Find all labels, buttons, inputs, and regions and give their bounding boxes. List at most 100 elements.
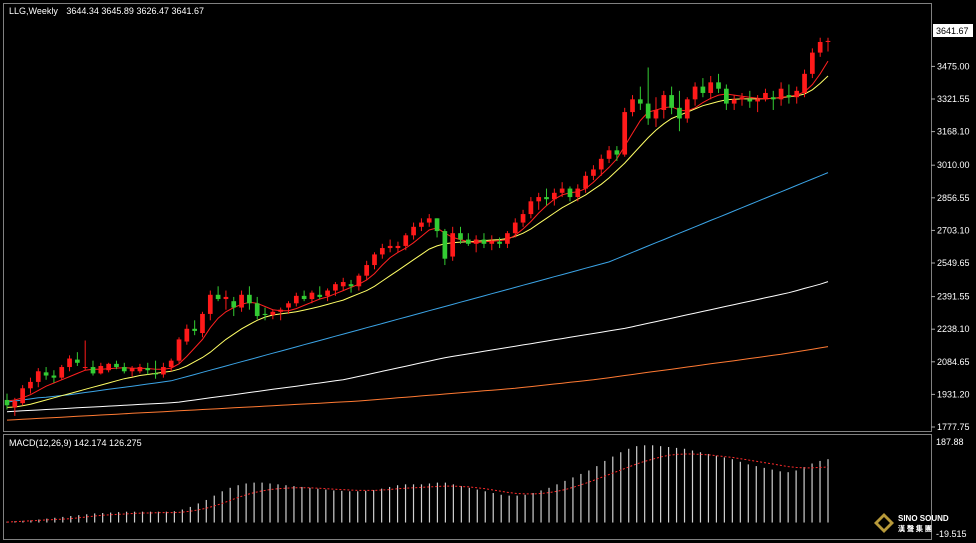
candle-body xyxy=(192,328,198,331)
candle-body xyxy=(770,97,776,100)
candle-body xyxy=(90,367,96,374)
candle-body xyxy=(653,109,659,119)
candle-body xyxy=(75,359,80,363)
candle-body xyxy=(575,188,581,198)
candle-body xyxy=(4,399,10,406)
candle-body xyxy=(473,239,479,244)
candle-body xyxy=(489,240,495,244)
candle-body xyxy=(512,222,518,234)
y-tick-label: 1931.20 xyxy=(937,389,970,399)
candle-body xyxy=(661,95,667,110)
candle-body xyxy=(98,365,104,374)
y-tick-label: 2238.10 xyxy=(937,324,970,334)
candle xyxy=(622,107,628,157)
candle-body xyxy=(724,88,729,104)
last-price-tag: 3641.67 xyxy=(933,24,973,37)
candle-body xyxy=(317,294,323,297)
candle-body xyxy=(716,82,721,89)
candle-body xyxy=(51,375,57,378)
candle xyxy=(176,337,182,363)
candle-body xyxy=(528,201,534,215)
candle-body xyxy=(606,150,612,159)
candle-body xyxy=(293,295,299,304)
candle-body xyxy=(591,169,596,176)
candle-body xyxy=(567,188,573,198)
ohlc-values: 3644.34 3645.89 3626.47 3641.67 xyxy=(66,6,204,16)
brand-subtitle: 漢 聲 集 團 xyxy=(898,524,932,533)
candle-body xyxy=(637,99,643,104)
last-price-label: 3641.67 xyxy=(936,26,969,36)
y-tick-label: 2391.55 xyxy=(937,292,970,302)
macd-top-tick: 187.88 xyxy=(936,437,964,447)
candle-body xyxy=(395,245,401,249)
candle-body xyxy=(598,158,604,170)
candle-body xyxy=(207,294,213,314)
candle-body xyxy=(411,226,416,236)
candle-body xyxy=(426,218,432,223)
candle-body xyxy=(465,239,471,244)
candle-body xyxy=(231,301,237,308)
candle-body xyxy=(161,367,166,375)
candle-body xyxy=(278,309,284,312)
candle-body xyxy=(403,235,409,246)
candle-body xyxy=(270,311,276,315)
candle-body xyxy=(168,360,174,368)
candle-body xyxy=(364,265,370,276)
candle-body xyxy=(700,86,706,93)
y-tick-label: 2549.65 xyxy=(937,258,970,268)
candle-body xyxy=(379,248,385,255)
y-tick-label: 3168.10 xyxy=(937,127,970,137)
candle-body xyxy=(505,233,510,244)
candle-body xyxy=(114,363,119,368)
candle-body xyxy=(763,92,768,100)
candle-body xyxy=(35,371,41,382)
candle-body xyxy=(481,239,487,244)
candle-body xyxy=(684,99,690,119)
candle-body xyxy=(442,231,448,259)
candle-body xyxy=(20,388,25,404)
candle-body xyxy=(747,99,753,102)
candle-body xyxy=(708,82,714,93)
candle-body xyxy=(786,95,792,98)
candle-body xyxy=(755,99,760,102)
macd-bottom-tick: -19.515 xyxy=(936,529,967,539)
candle-body xyxy=(559,188,565,193)
candle-body xyxy=(614,150,620,155)
candle-body xyxy=(450,233,456,257)
candle-body xyxy=(520,214,526,223)
candle-body xyxy=(262,313,268,315)
y-tick-label: 3475.00 xyxy=(937,61,970,71)
candle-body xyxy=(67,358,72,368)
candle-body xyxy=(129,368,135,372)
candle xyxy=(810,48,815,79)
y-tick-label: 2856.55 xyxy=(937,193,970,203)
candle-body xyxy=(372,254,377,266)
y-tick-label: 2703.10 xyxy=(937,225,970,235)
candle-body xyxy=(333,284,338,291)
candle-body xyxy=(731,99,737,104)
chart-canvas: 3475.00 3321.55 3168.10 3010.00 2856.55 2703.… xyxy=(0,0,976,543)
candle-body xyxy=(106,363,111,371)
candle-body xyxy=(184,328,190,342)
candle-body xyxy=(645,103,651,119)
candle-body xyxy=(802,73,807,93)
candle-body xyxy=(59,367,65,378)
candle-body xyxy=(325,290,330,296)
candle-body xyxy=(340,282,346,287)
candle-body xyxy=(536,197,542,202)
candle-body xyxy=(215,294,221,300)
candle-body xyxy=(247,294,252,304)
symbol-label: LLG,Weekly xyxy=(9,6,58,16)
candle-body xyxy=(286,303,291,308)
candle-body xyxy=(153,373,158,375)
candle-body xyxy=(622,112,628,155)
y-tick-label: 2084.65 xyxy=(937,357,970,367)
chart-header: LLG,Weekly 3644.34 3645.89 3626.47 3641.… xyxy=(9,6,204,16)
candle-body xyxy=(677,107,682,119)
y-tick-label: 3321.55 xyxy=(937,94,970,104)
candle-body xyxy=(137,367,143,372)
candle-body xyxy=(356,275,362,287)
macd-title: MACD(12,26,9) 142.174 126.275 xyxy=(9,438,142,448)
candle-body xyxy=(28,381,33,389)
candle-body xyxy=(239,294,244,308)
